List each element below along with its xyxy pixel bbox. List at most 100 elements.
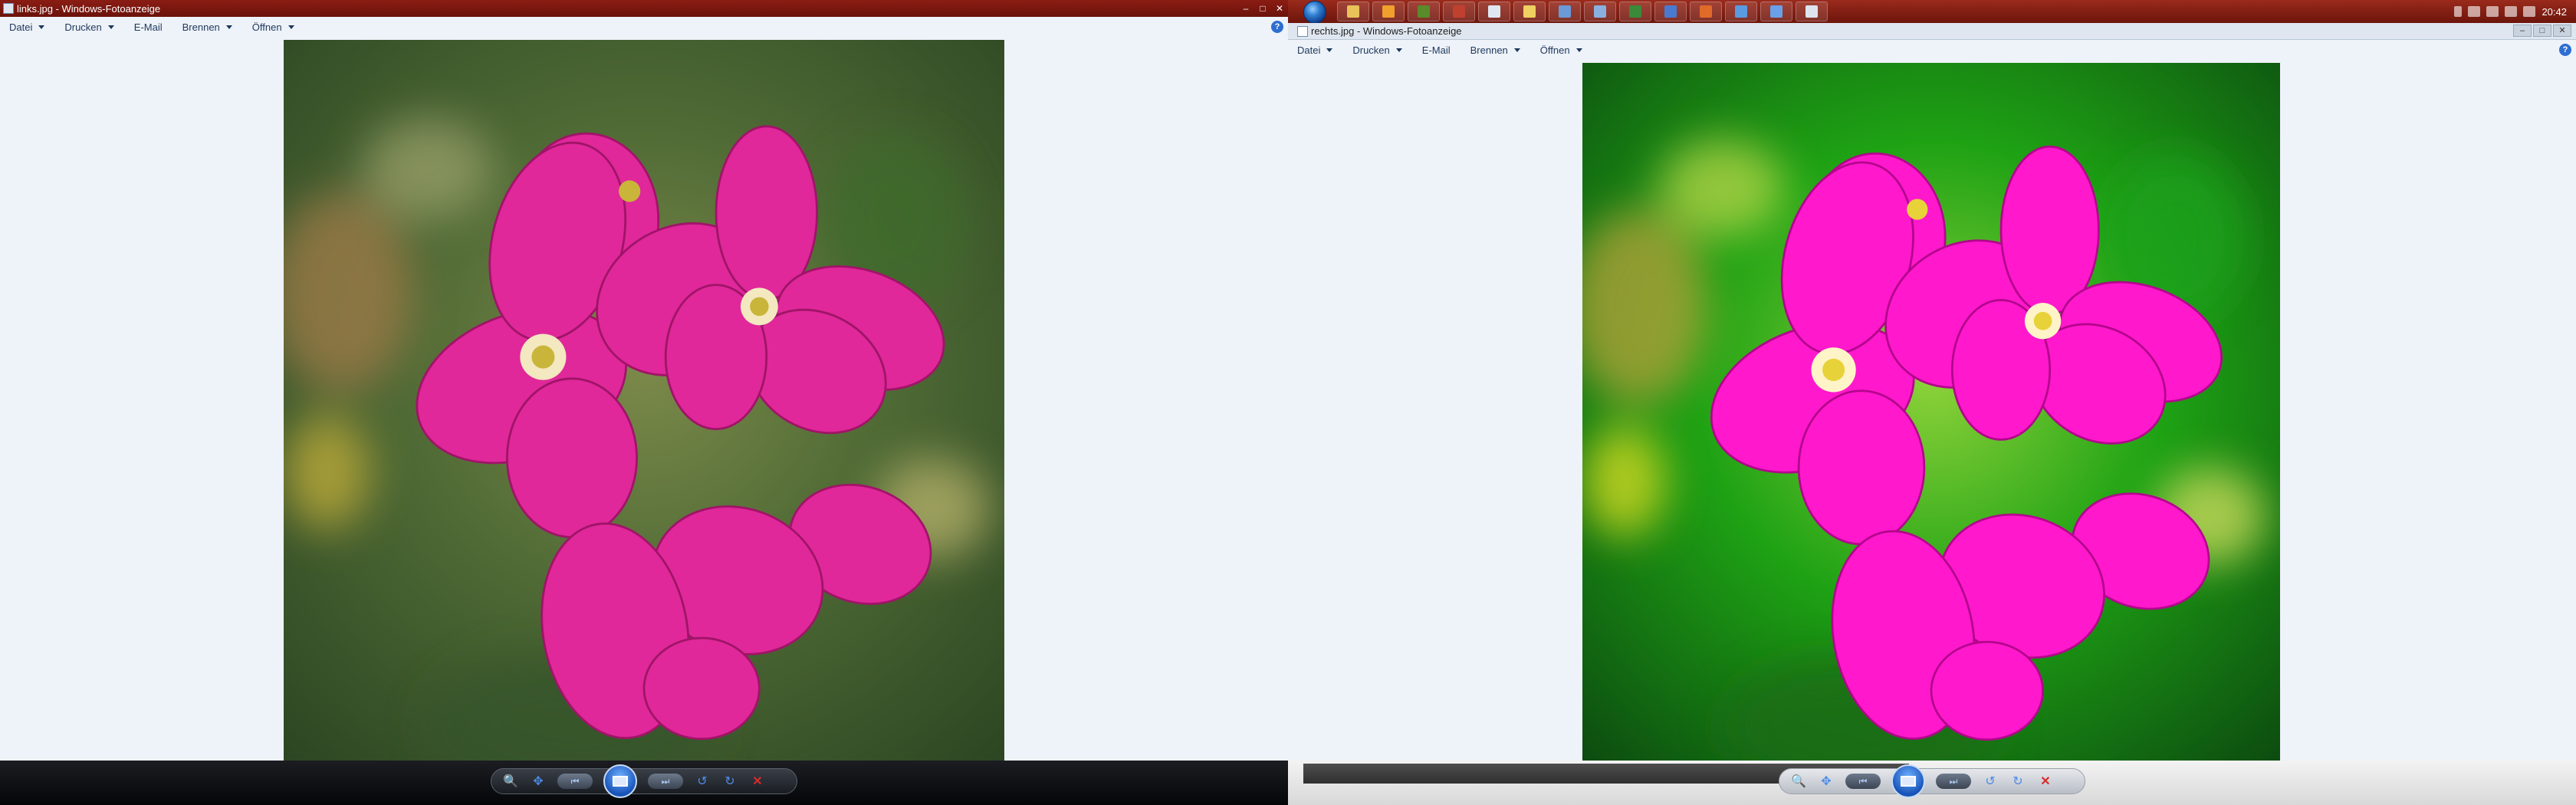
menu-drucken[interactable]: Drucken: [1343, 40, 1412, 60]
chevron-down-icon: [1513, 48, 1520, 52]
slideshow-icon: [1901, 776, 1916, 787]
menu-oeffnen[interactable]: Öffnen: [1531, 40, 1593, 60]
next-icon: ⏭: [661, 775, 670, 787]
chevron-down-icon: [1576, 48, 1582, 52]
menu-bar: Datei Drucken E-Mail Brennen Öffnen ?: [0, 17, 1288, 37]
explorer-icon[interactable]: [1337, 2, 1369, 21]
app-icon[interactable]: [1478, 2, 1510, 21]
next-button[interactable]: ⏭: [648, 774, 683, 789]
rotate-left-icon[interactable]: ↺: [694, 773, 711, 790]
menu-label: Brennen: [1470, 44, 1508, 56]
chevron-down-icon: [225, 25, 232, 29]
chevron-down-icon: [288, 25, 294, 29]
menu-label: Datei: [9, 21, 33, 33]
menu-datei[interactable]: Datei: [0, 17, 55, 37]
photo-right: [1582, 63, 2280, 761]
app-icon[interactable]: [1760, 2, 1792, 21]
title-bar[interactable]: links.jpg - Windows-Fotoanzeige – □ ✕: [0, 0, 1288, 17]
menu-oeffnen[interactable]: Öffnen: [243, 17, 305, 37]
menu-label: E-Mail: [133, 21, 163, 33]
rotate-left-icon[interactable]: ↺: [1982, 773, 1999, 790]
next-button[interactable]: ⏭: [1936, 774, 1971, 789]
photo-viewer-window-left: links.jpg - Windows-Fotoanzeige – □ ✕ Da…: [0, 0, 1288, 805]
menu-drucken[interactable]: Drucken: [55, 17, 124, 37]
window-title: rechts.jpg - Windows-Fotoanzeige: [1311, 25, 1462, 37]
taskbar: 20:42: [1288, 0, 2576, 24]
zoom-icon[interactable]: 🔍: [502, 773, 519, 790]
tray-icon[interactable]: [2468, 6, 2481, 17]
app-icon[interactable]: [1549, 2, 1581, 21]
menu-brennen[interactable]: Brennen: [1461, 40, 1531, 60]
app-icon[interactable]: [1513, 2, 1546, 21]
navigation-controls: 🔍 ✥ ⏮ ⏭ ↺ ↻ ✕: [491, 764, 797, 798]
fit-icon[interactable]: ✥: [1818, 773, 1835, 790]
chevron-down-icon: [38, 25, 45, 29]
start-button[interactable]: [1303, 1, 1326, 24]
minimize-button[interactable]: –: [2513, 25, 2532, 37]
maximize-button[interactable]: □: [2533, 25, 2551, 37]
chevron-down-icon: [107, 25, 114, 29]
rotate-right-icon[interactable]: ↻: [721, 773, 738, 790]
menu-bar: Datei Drucken E-Mail Brennen Öffnen ?: [1288, 40, 2576, 60]
menu-label: Öffnen: [1539, 44, 1570, 56]
chevron-down-icon: [1395, 48, 1402, 52]
menu-email[interactable]: E-Mail: [1413, 40, 1461, 60]
maximize-button[interactable]: □: [1254, 2, 1271, 15]
menu-label: Drucken: [64, 21, 102, 33]
app-icon[interactable]: [1725, 2, 1757, 21]
menu-datei[interactable]: Datei: [1288, 40, 1343, 60]
chevron-down-icon: [1326, 48, 1333, 52]
help-icon[interactable]: ?: [1271, 21, 1283, 33]
previous-icon: ⏮: [1858, 775, 1868, 787]
media-icon[interactable]: [1372, 2, 1405, 21]
minimize-button[interactable]: –: [1237, 2, 1254, 15]
taskbar-apps: [1337, 2, 1828, 21]
zoom-icon[interactable]: 🔍: [1790, 773, 1807, 790]
next-icon: ⏭: [1949, 775, 1958, 787]
close-button[interactable]: ✕: [1271, 2, 1288, 15]
flower-image: [1582, 63, 2280, 761]
menu-label: Öffnen: [251, 21, 282, 33]
tray-arrow-icon[interactable]: [2454, 6, 2463, 17]
help-icon[interactable]: ?: [2559, 44, 2571, 56]
app-icon[interactable]: [1654, 2, 1687, 21]
slideshow-button[interactable]: [1891, 764, 1925, 798]
photo-left: [284, 40, 1004, 761]
fit-icon[interactable]: ✥: [530, 773, 547, 790]
slideshow-button[interactable]: [603, 764, 637, 798]
control-bar: 🔍 ✥ ⏮ ⏭ ↺ ↻ ✕: [1288, 761, 2576, 805]
volume-icon[interactable]: [2523, 6, 2536, 17]
network-icon[interactable]: [2505, 6, 2518, 17]
system-tray: 20:42: [2454, 0, 2576, 23]
navigation-controls: 🔍 ✥ ⏮ ⏭ ↺ ↻ ✕: [1779, 764, 2085, 798]
app-icon: [1297, 25, 1308, 37]
flower-image: [284, 40, 1004, 761]
title-bar[interactable]: rechts.jpg - Windows-Fotoanzeige – □ ✕: [1288, 23, 2576, 40]
tray-icon[interactable]: [2486, 6, 2499, 17]
control-bar: 🔍 ✥ ⏮ ⏭ ↺ ↻ ✕: [0, 761, 1288, 805]
app-icon[interactable]: [1690, 2, 1722, 21]
app-icon[interactable]: [1443, 2, 1475, 21]
app-icon: [3, 3, 14, 14]
app-icon[interactable]: [1584, 2, 1616, 21]
window-title: links.jpg - Windows-Fotoanzeige: [17, 2, 161, 15]
menu-label: Datei: [1297, 44, 1321, 56]
delete-icon[interactable]: ✕: [749, 773, 766, 790]
menu-label: Drucken: [1352, 44, 1390, 56]
menu-label: Brennen: [182, 21, 220, 33]
app-icon[interactable]: [1408, 2, 1440, 21]
slideshow-icon: [613, 776, 628, 787]
previous-button[interactable]: ⏮: [1845, 774, 1881, 789]
app-icon[interactable]: [1619, 2, 1651, 21]
menu-label: E-Mail: [1421, 44, 1451, 56]
menu-brennen[interactable]: Brennen: [173, 17, 243, 37]
close-button[interactable]: ✕: [2553, 25, 2571, 37]
photo-viewer-window-right: 20:42 rechts.jpg - Windows-Fotoanzeige –…: [1288, 0, 2576, 805]
previous-button[interactable]: ⏮: [557, 774, 593, 789]
delete-icon[interactable]: ✕: [2037, 773, 2054, 790]
rotate-right-icon[interactable]: ↻: [2009, 773, 2026, 790]
app-icon[interactable]: [1796, 2, 1828, 21]
previous-icon: ⏮: [570, 775, 580, 787]
clock[interactable]: 20:42: [2542, 6, 2567, 18]
menu-email[interactable]: E-Mail: [125, 17, 173, 37]
